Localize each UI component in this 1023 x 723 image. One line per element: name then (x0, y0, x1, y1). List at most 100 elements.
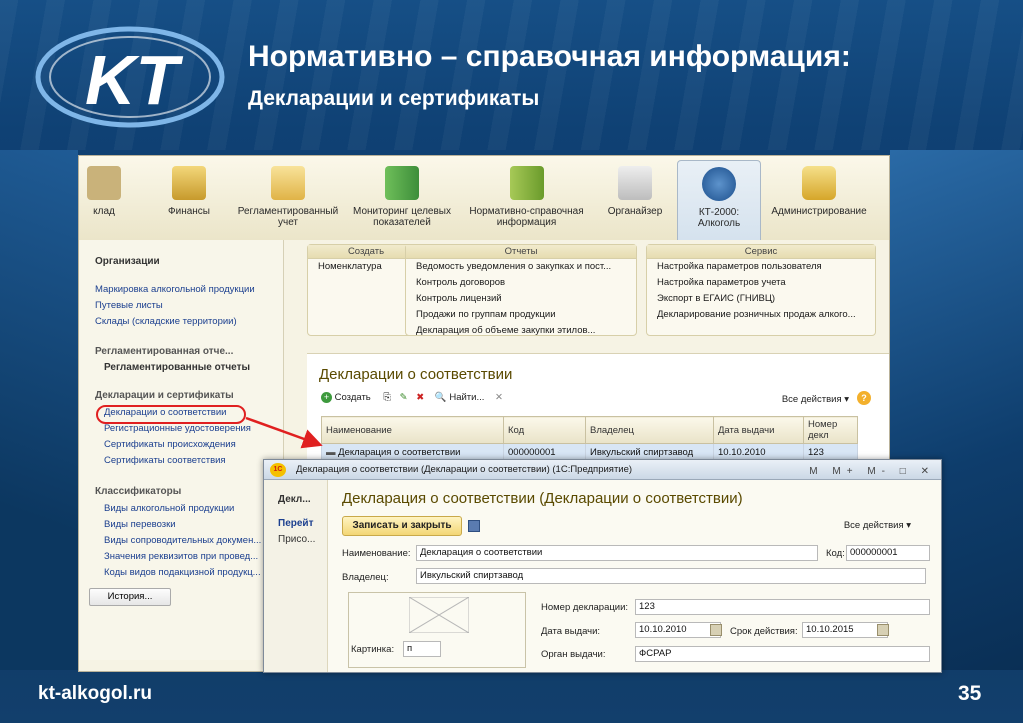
toolbar-item-admin[interactable]: Администрирование (767, 160, 871, 217)
toolbar-item-regulated[interactable]: Регламентированный учет (234, 160, 342, 228)
code-label: Код: (826, 548, 845, 559)
ledger-icon (271, 166, 305, 200)
toolbar-item-organizer[interactable]: Органайзер (599, 160, 671, 217)
toolbar-item-reference[interactable]: Нормативно-справочная информация (464, 160, 589, 228)
issue-date-field[interactable]: 10.10.2010 (635, 622, 721, 638)
form-all-actions-menu[interactable]: Все действия ▾ (844, 520, 911, 531)
form-title: Декларация о соответствии (Декларации о … (342, 490, 743, 507)
save-and-close-button[interactable]: Записать и закрыть (342, 516, 462, 536)
column-header-date[interactable]: Дата выдачи (713, 416, 804, 444)
list-title: Декларации о соответствии (319, 366, 513, 383)
nav-item[interactable]: Виды перевозки (104, 519, 176, 530)
nav-item[interactable]: Регистрационные удостоверения (104, 423, 251, 434)
column-header-number[interactable]: Номер декл (803, 416, 858, 444)
service-item[interactable]: Экспорт в ЕГАИС (ГНИВЦ) (647, 291, 875, 307)
cancel-search-icon[interactable]: ✕ (495, 392, 503, 403)
nav-item[interactable]: Склады (складские территории) (95, 316, 237, 327)
side-item-goto[interactable]: Перейт (278, 518, 313, 529)
toolbar-item-label: Регламентированный учет (237, 206, 339, 228)
toolbar-item-warehouse[interactable]: клад (79, 160, 129, 217)
add-icon: + (321, 392, 332, 403)
copy-icon[interactable]: ⎘ (383, 392, 391, 403)
service-item[interactable]: Декларирование розничных продаж алкого..… (647, 307, 875, 323)
picture-label: Картинка: (351, 644, 395, 655)
column-header-name[interactable]: Наименование (321, 416, 504, 444)
report-item[interactable]: Ведомость уведомления о закупках и пост.… (406, 259, 636, 275)
nav-organizations[interactable]: Организации (95, 256, 160, 267)
declaration-form-window: 1С Декларация о соответствии (Декларации… (263, 459, 942, 673)
owner-field[interactable]: Ивкульский спиртзавод (416, 568, 926, 584)
cell-name[interactable]: ▬ Декларация о соответствии (321, 443, 504, 461)
nav-item-regulated-reports[interactable]: Регламентированные отчеты (104, 362, 250, 373)
nav-item[interactable]: Маркировка алкогольной продукции (95, 284, 255, 295)
toolbar-item-kt2000[interactable]: КТ-2000: Алкоголь (677, 160, 761, 240)
slide-subtitle: Декларации и сертификаты (248, 87, 540, 110)
group-reports-header: Отчеты (406, 245, 636, 259)
column-header-owner[interactable]: Владелец (585, 416, 714, 444)
side-item-declaration[interactable]: Декл... (278, 494, 311, 505)
1c-logo-icon: 1С (270, 463, 286, 477)
valid-until-label: Срок действия: (730, 626, 798, 637)
edit-icon[interactable]: ✎ (400, 392, 408, 403)
window-controls[interactable]: M M+ M- □ ✕ (809, 462, 935, 482)
coins-icon (172, 166, 206, 200)
issuer-label: Орган выдачи: (541, 649, 606, 660)
history-button[interactable]: История... (89, 588, 171, 606)
service-item[interactable]: Настройка параметров пользователя (647, 259, 875, 275)
picture-box[interactable]: Картинка: п (348, 592, 526, 668)
empty-picture-icon (409, 597, 469, 633)
form-side-panel: Декл... Перейт Присо... (264, 480, 328, 672)
column-header-code[interactable]: Код (503, 416, 586, 444)
service-item[interactable]: Настройка параметров учета (647, 275, 875, 291)
report-item[interactable]: Контроль лицензий (406, 291, 636, 307)
toolbar-item-label: Нормативно-справочная информация (469, 206, 584, 228)
report-item[interactable]: Декларация об объеме закупки этилов... (406, 323, 636, 339)
save-icon[interactable] (468, 520, 480, 532)
toolbar-item-finance[interactable]: Финансы (149, 160, 229, 217)
name-field[interactable]: Декларация о соответствии (416, 545, 818, 561)
picture-field[interactable]: п (403, 641, 441, 657)
cell-owner[interactable]: Ивкульский спиртзавод (585, 443, 714, 461)
name-label: Наименование: (342, 548, 411, 559)
issue-date-label: Дата выдачи: (541, 626, 601, 637)
all-actions-menu[interactable]: Все действия ▾ (782, 394, 849, 405)
decl-number-label: Номер декларации: (541, 602, 629, 613)
list-command-bar: + Создать ⎘ ✎ ✖ 🔍 Найти... ✕ (321, 392, 503, 403)
declarations-list: Декларации о соответствии + Создать ⎘ ✎ … (307, 353, 889, 473)
logo-text: KT (85, 41, 184, 119)
nav-item[interactable]: Путевые листы (95, 300, 163, 311)
delete-icon[interactable]: ✖ (416, 392, 424, 403)
nav-item[interactable]: Сертификаты соответствия (104, 455, 226, 466)
toolbar-item-label: клад (93, 206, 115, 217)
kt-logo: KT (35, 26, 225, 128)
side-item-attached[interactable]: Присо... (278, 534, 315, 545)
find-button[interactable]: Найти... (449, 392, 484, 403)
nav-item[interactable]: Значения реквизитов при провед... (104, 551, 258, 562)
help-icon[interactable]: ? (857, 391, 871, 405)
decl-number-field[interactable]: 123 (635, 599, 930, 615)
issuer-field[interactable]: ФСРАР (635, 646, 930, 662)
toolbar-item-monitoring[interactable]: Мониторинг целевых показателей (347, 160, 457, 228)
highlight-ring (96, 405, 246, 424)
table-row[interactable]: ▬ Декларация о соответствии 000000001 Ив… (321, 443, 858, 461)
report-item[interactable]: Продажи по группам продукции (406, 307, 636, 323)
cell-date[interactable]: 10.10.2010 (713, 443, 804, 461)
report-item[interactable]: Контроль договоров (406, 275, 636, 291)
cell-code[interactable]: 000000001 (503, 443, 586, 461)
calendar-icon[interactable] (710, 624, 722, 636)
chart-bars-icon (385, 166, 419, 200)
calendar-icon[interactable] (877, 624, 889, 636)
search-icon: 🔍 (434, 392, 447, 403)
slide-title: Нормативно – справочная информация: (248, 40, 851, 73)
valid-until-field[interactable]: 10.10.2015 (802, 622, 888, 638)
page-number: 35 (958, 682, 982, 705)
code-field[interactable]: 000000001 (846, 545, 930, 561)
nav-item[interactable]: Сертификаты происхождения (104, 439, 236, 450)
toolbar-item-label: Финансы (168, 206, 210, 217)
create-button[interactable]: Создать (335, 392, 371, 403)
nav-item[interactable]: Коды видов подакцизной продукц... (104, 567, 261, 578)
footer-url: kt-alkogol.ru (38, 683, 153, 704)
nav-item[interactable]: Виды сопроводительных докумен... (104, 535, 261, 546)
nav-item[interactable]: Виды алкогольной продукции (104, 503, 234, 514)
cell-number[interactable]: 123 (803, 443, 858, 461)
